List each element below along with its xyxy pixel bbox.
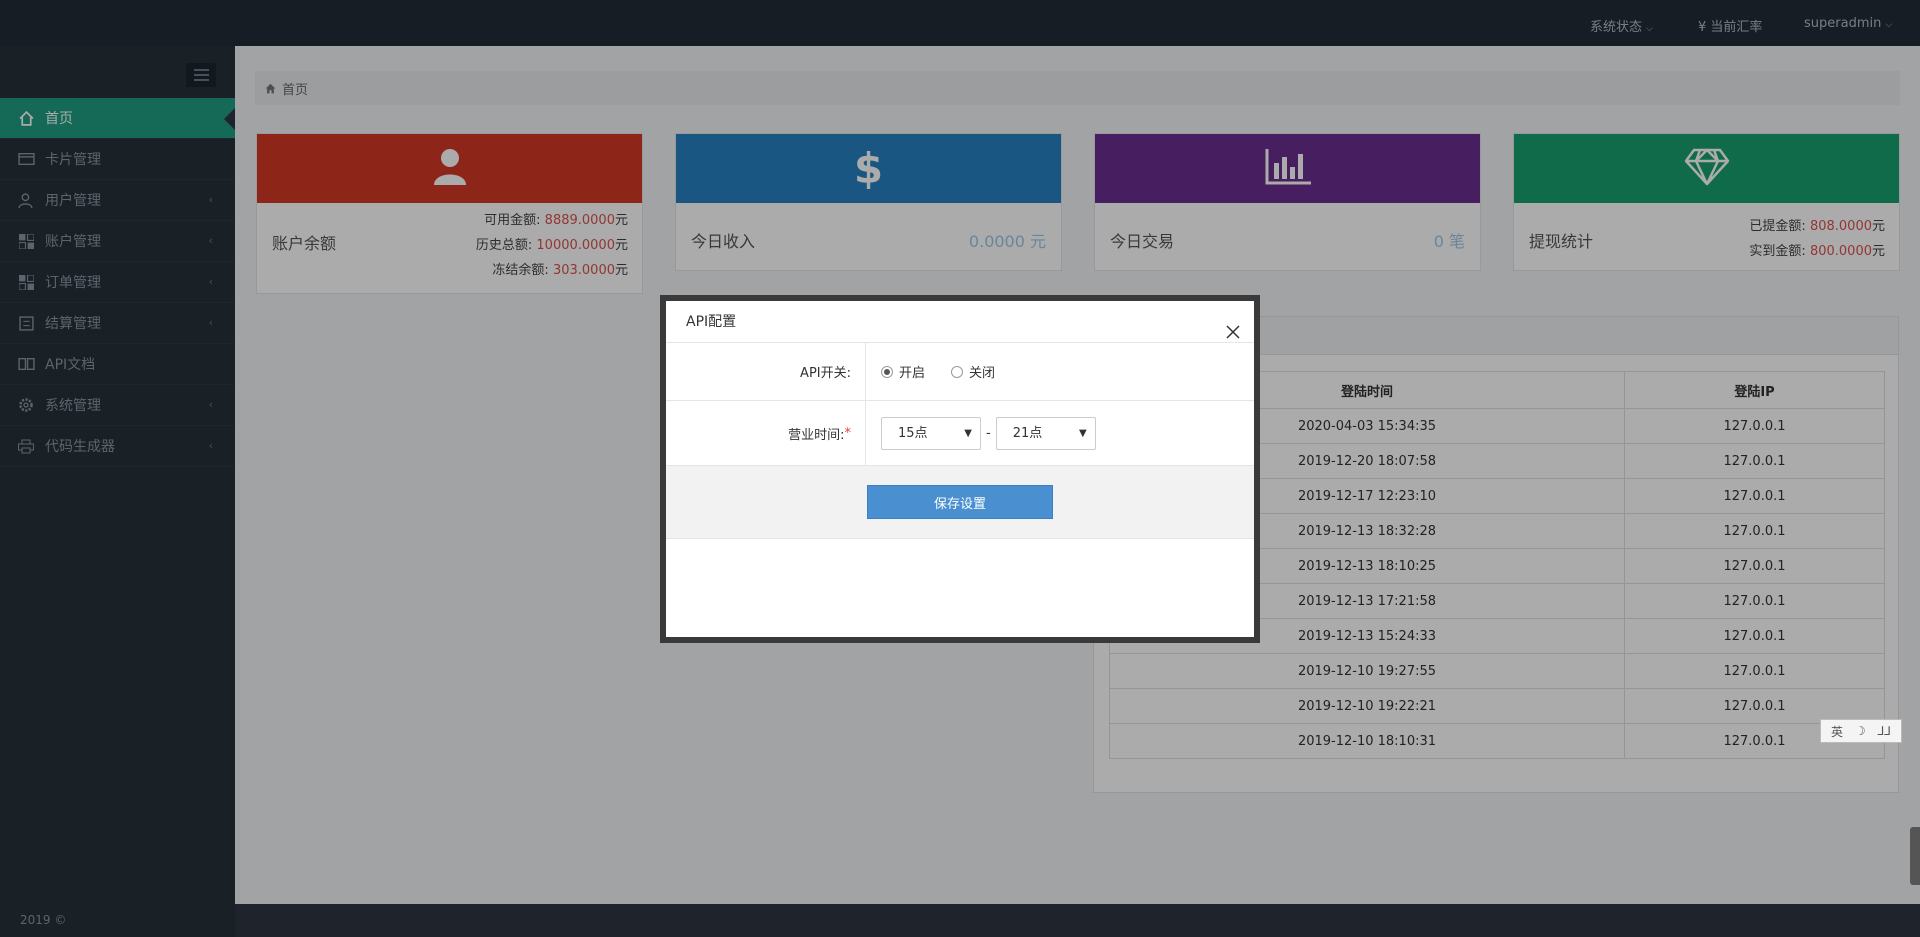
api-switch-control: 开启 关闭 [866, 343, 1254, 400]
api-off-radio[interactable]: 关闭 [951, 362, 995, 381]
ime-toolbar[interactable]: 英 ☽ ⅃⅃ [1820, 719, 1902, 743]
api-off-label: 关闭 [969, 366, 996, 381]
radio-unchecked-icon [951, 365, 964, 378]
business-hours-control: 15点 ▼ - 21点 ▼ [866, 401, 1254, 465]
business-hours-label: 营业时间: * [666, 401, 866, 465]
start-hour-select[interactable]: 15点 ▼ [881, 416, 981, 450]
dialog-header: API配置 [666, 301, 1254, 343]
required-mark: * [844, 425, 852, 441]
hour-separator: - [986, 425, 991, 441]
radio-checked-icon [881, 365, 893, 378]
ime-language[interactable]: 英 [1831, 723, 1843, 740]
end-hour-value: 21点 [1012, 425, 1043, 441]
api-config-dialog: API配置 API开关: 开启 关闭 营业时间: * 15点 ▼ - 21点 ▼… [660, 295, 1260, 643]
business-hours-row: 营业时间: * 15点 ▼ - 21点 ▼ [666, 401, 1254, 466]
moon-icon[interactable]: ☽ [1855, 724, 1866, 738]
end-hour-select[interactable]: 21点 ▼ [995, 416, 1096, 450]
business-hours-label-text: 营业时间: [788, 427, 845, 443]
api-switch-label: API开关: [666, 343, 866, 400]
side-widget-handle[interactable] [1910, 827, 1920, 885]
dropdown-arrow-icon: ▼ [1079, 427, 1087, 439]
close-icon[interactable] [1226, 314, 1242, 339]
save-settings-button[interactable]: 保存设置 [867, 485, 1053, 519]
api-switch-label-text: API开关: [800, 366, 851, 381]
punctuation-icon[interactable]: ⅃⅃ [1878, 724, 1891, 738]
dropdown-arrow-icon: ▼ [964, 427, 972, 439]
api-on-radio[interactable]: 开启 [881, 362, 925, 381]
start-hour-value: 15点 [898, 425, 928, 441]
api-on-label: 开启 [899, 366, 926, 381]
dialog-title: API配置 [686, 314, 737, 330]
dialog-footer: 保存设置 [666, 466, 1254, 539]
api-switch-row: API开关: 开启 关闭 [666, 343, 1254, 401]
